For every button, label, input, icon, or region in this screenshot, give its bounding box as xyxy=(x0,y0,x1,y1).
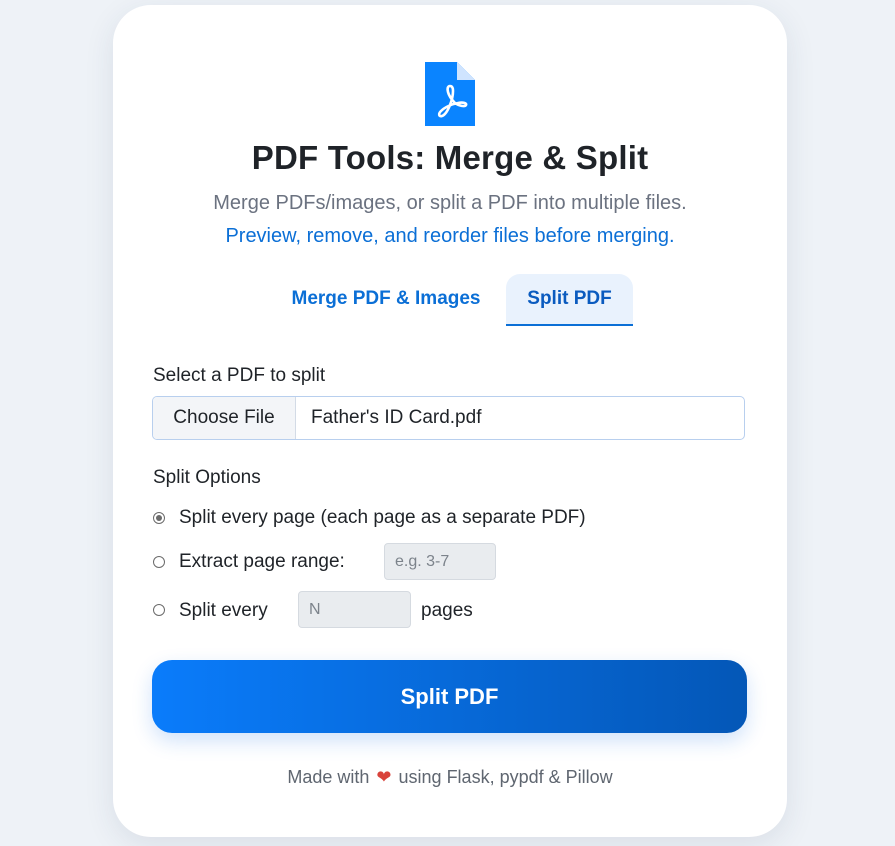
tab-bar: Merge PDF & Images Split PDF xyxy=(113,274,787,326)
radio-extract-range[interactable] xyxy=(153,556,165,568)
page-title: PDF Tools: Merge & Split xyxy=(251,139,649,176)
tab-merge[interactable]: Merge PDF & Images xyxy=(273,274,499,324)
radio-split-every-n[interactable] xyxy=(153,604,165,616)
page-subtitle-highlight: Preview, remove, and reorder files befor… xyxy=(225,225,675,247)
footer-suffix: using Flask, pypdf & Pillow xyxy=(398,767,613,787)
option-extract-range-label: Extract page range: xyxy=(179,551,345,572)
footer-prefix: Made with xyxy=(287,767,370,787)
choose-file-button[interactable]: Choose File xyxy=(153,397,296,439)
page-subtitle: Merge PDFs/images, or split a PDF into m… xyxy=(213,192,687,214)
footer: Made with ❤ using Flask, pypdf & Pillow xyxy=(113,767,787,788)
option-split-every-page-label: Split every page (each page as a separat… xyxy=(179,507,586,528)
file-input[interactable]: Choose File Father's ID Card.pdf xyxy=(152,396,745,440)
n-pages-input[interactable]: N xyxy=(298,591,411,628)
page-range-input[interactable]: e.g. 3-7 xyxy=(384,543,496,580)
main-card: PDF Tools: Merge & Split Merge PDFs/imag… xyxy=(113,5,787,837)
pages-suffix-label: pages xyxy=(421,600,473,621)
radio-split-every-page[interactable] xyxy=(153,512,165,524)
selected-file-name: Father's ID Card.pdf xyxy=(311,407,482,428)
pdf-file-icon xyxy=(425,62,475,126)
tab-split[interactable]: Split PDF xyxy=(506,274,633,326)
split-options-label: Split Options xyxy=(153,467,261,488)
file-field-label: Select a PDF to split xyxy=(153,365,326,386)
split-pdf-button[interactable]: Split PDF xyxy=(152,660,747,733)
option-split-every-n-label: Split every xyxy=(179,600,268,621)
heart-icon: ❤ xyxy=(376,767,392,787)
